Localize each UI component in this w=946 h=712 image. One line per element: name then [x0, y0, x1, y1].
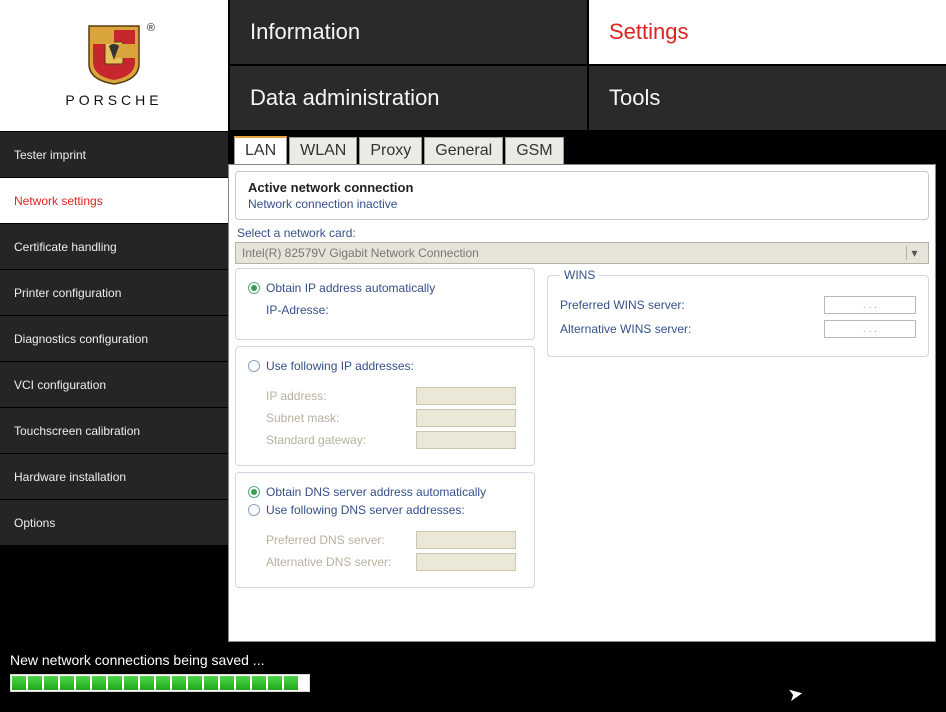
sidebar-item-touchscreen-calibration[interactable]: Touchscreen calibration — [0, 408, 228, 454]
progress-segment — [60, 676, 74, 690]
active-connection-status: Network connection inactive — [248, 197, 916, 211]
nav-data-administration[interactable]: Data administration — [228, 66, 587, 132]
radio-dns-auto[interactable]: Obtain DNS server address automatically — [248, 485, 522, 499]
sidebar-item-options[interactable]: Options — [0, 500, 228, 546]
tab-general[interactable]: General — [424, 137, 503, 164]
radio-checked-icon — [248, 486, 260, 498]
active-connection-group: Active network connection Network connec… — [235, 171, 929, 220]
sidebar-item-label: Network settings — [14, 194, 103, 208]
sidebar-item-label: Tester imprint — [14, 148, 86, 162]
progress-segment — [284, 676, 298, 690]
progress-segment — [220, 676, 234, 690]
sidebar-item-label: VCI configuration — [14, 378, 106, 392]
progress-segment — [92, 676, 106, 690]
chevron-down-icon: ▾ — [906, 246, 922, 260]
progress-segment — [44, 676, 58, 690]
ip-auto-group: Obtain IP address automatically IP-Adres… — [235, 268, 535, 340]
progress-segment — [140, 676, 154, 690]
netcard-select-value: Intel(R) 82579V Gigabit Network Connecti… — [242, 246, 479, 260]
ip-address-input[interactable] — [416, 387, 516, 405]
porsche-crest-icon: ® — [87, 24, 141, 86]
subnet-input[interactable] — [416, 409, 516, 427]
radio-label: Use following IP addresses: — [266, 359, 414, 373]
tab-gsm[interactable]: GSM — [505, 137, 563, 164]
alternative-wins-input[interactable]: . . . — [824, 320, 916, 338]
progress-segment — [76, 676, 90, 690]
subnet-label: Subnet mask: — [266, 411, 416, 425]
sidebar-item-hardware-installation[interactable]: Hardware installation — [0, 454, 228, 500]
sidebar-item-printer-configuration[interactable]: Printer configuration — [0, 270, 228, 316]
progress-bar — [10, 674, 310, 692]
progress-segment — [156, 676, 170, 690]
progress-segment — [268, 676, 282, 690]
registered-icon: ® — [147, 22, 155, 34]
gateway-input[interactable] — [416, 431, 516, 449]
brand-wordmark: PORSCHE — [65, 92, 162, 108]
alternative-dns-label: Alternative DNS server: — [266, 555, 416, 569]
preferred-wins-label: Preferred WINS server: — [560, 298, 685, 312]
status-area: New network connections being saved ... — [0, 642, 946, 692]
radio-label: Obtain IP address automatically — [266, 281, 435, 295]
radio-label: Obtain DNS server address automatically — [266, 485, 486, 499]
gateway-label: Standard gateway: — [266, 433, 416, 447]
sidebar-item-label: Hardware installation — [14, 470, 126, 484]
radio-ip-auto[interactable]: Obtain IP address automatically — [248, 281, 522, 295]
radio-dns-manual[interactable]: Use following DNS server addresses: — [248, 503, 522, 517]
sidebar-item-certificate-handling[interactable]: Certificate handling — [0, 224, 228, 270]
netcard-label: Select a network card: — [237, 226, 929, 240]
sidebar-item-diagnostics-configuration[interactable]: Diagnostics configuration — [0, 316, 228, 362]
brand-logo-cell: ® PORSCHE — [0, 0, 228, 132]
radio-ip-manual[interactable]: Use following IP addresses: — [248, 359, 522, 373]
progress-segment — [12, 676, 26, 690]
preferred-wins-input[interactable]: . . . — [824, 296, 916, 314]
sidebar-item-label: Touchscreen calibration — [14, 424, 140, 438]
progress-segment — [124, 676, 138, 690]
sidebar-item-label: Printer configuration — [14, 286, 121, 300]
sidebar: Tester imprint Network settings Certific… — [0, 132, 228, 642]
nav-tools[interactable]: Tools — [587, 66, 946, 132]
netcard-select[interactable]: Intel(R) 82579V Gigabit Network Connecti… — [235, 242, 929, 264]
sidebar-item-tester-imprint[interactable]: Tester imprint — [0, 132, 228, 178]
radio-checked-icon — [248, 282, 260, 294]
ip-adresse-label: IP-Adresse: — [266, 303, 416, 317]
progress-segment — [236, 676, 250, 690]
progress-segment — [172, 676, 186, 690]
sidebar-item-label: Options — [14, 516, 55, 530]
nav-settings[interactable]: Settings — [587, 0, 946, 66]
alternative-dns-input[interactable] — [416, 553, 516, 571]
sidebar-item-label: Diagnostics configuration — [14, 332, 148, 346]
progress-segment — [108, 676, 122, 690]
active-connection-title: Active network connection — [248, 180, 916, 195]
radio-unchecked-icon — [248, 504, 260, 516]
radio-label: Use following DNS server addresses: — [266, 503, 465, 517]
nav-information[interactable]: Information — [228, 0, 587, 66]
tab-proxy[interactable]: Proxy — [359, 137, 422, 164]
preferred-dns-label: Preferred DNS server: — [266, 533, 416, 547]
preferred-dns-input[interactable] — [416, 531, 516, 549]
ip-address-label: IP address: — [266, 389, 416, 403]
wins-legend: WINS — [560, 268, 599, 282]
sidebar-item-vci-configuration[interactable]: VCI configuration — [0, 362, 228, 408]
tab-wlan[interactable]: WLAN — [289, 137, 357, 164]
progress-segment — [204, 676, 218, 690]
dns-group: Obtain DNS server address automatically … — [235, 472, 535, 588]
progress-segment — [28, 676, 42, 690]
progress-segment — [252, 676, 266, 690]
settings-panel: Active network connection Network connec… — [228, 164, 936, 642]
sidebar-item-label: Certificate handling — [14, 240, 117, 254]
tab-bar: LAN WLAN Proxy General GSM — [228, 136, 946, 164]
wins-group: WINS Preferred WINS server: . . . Altern… — [547, 268, 929, 357]
sidebar-item-network-settings[interactable]: Network settings — [0, 178, 228, 224]
radio-unchecked-icon — [248, 360, 260, 372]
tab-lan[interactable]: LAN — [234, 136, 287, 164]
progress-segment — [188, 676, 202, 690]
status-text: New network connections being saved ... — [10, 652, 946, 668]
alternative-wins-label: Alternative WINS server: — [560, 322, 691, 336]
ip-manual-group: Use following IP addresses: IP address: … — [235, 346, 535, 466]
